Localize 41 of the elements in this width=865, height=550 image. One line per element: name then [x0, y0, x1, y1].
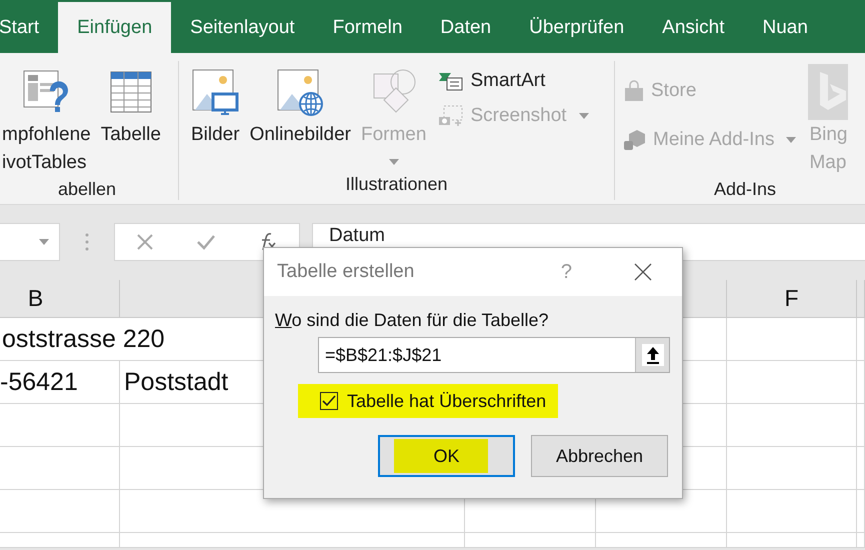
- column-header[interactable]: F: [727, 280, 857, 318]
- ribbon-button[interactable]: Onlinebilder: [248, 61, 353, 174]
- table-cell: -56421: [0, 361, 120, 404]
- shopping-bag-icon: [623, 80, 645, 102]
- column-header[interactable]: B: [0, 280, 120, 318]
- ribbon-tab[interactable]: Nuan: [743, 2, 827, 53]
- pivot-table-icon: [22, 69, 70, 115]
- screenshot-icon: [438, 104, 464, 126]
- ribbon-tab[interactable]: Überprüfen: [510, 2, 644, 53]
- ribbon-tab[interactable]: Formeln: [314, 2, 422, 53]
- caret-icon: [578, 112, 589, 118]
- bing-logo-icon: [808, 64, 848, 120]
- ribbon-button[interactable]: SmartArt: [434, 63, 593, 98]
- picture-globe-icon: [276, 68, 324, 116]
- collapse-button[interactable]: [635, 338, 669, 372]
- ribbon-tab[interactable]: Einfügen: [58, 2, 172, 53]
- picture-monitor-icon: [191, 68, 240, 116]
- check-icon[interactable]: [196, 234, 216, 250]
- ribbon-tab[interactable]: Seitenlayout: [171, 2, 314, 53]
- prompt-label: Wo sind die Daten für die Tabelle?: [275, 310, 550, 331]
- ribbon-button[interactable]: Tabelle: [98, 61, 163, 179]
- ribbon-button[interactable]: mpfohlene ivotTables: [0, 61, 93, 179]
- dialog-title: Tabelle erstellen: [277, 261, 416, 283]
- ribbon-tab[interactable]: Ansicht: [643, 2, 744, 53]
- ribbon-tab[interactable]: Daten: [421, 2, 510, 53]
- group-label: abellen: [56, 179, 118, 200]
- group-label: Illustrationen: [344, 174, 449, 196]
- range-field[interactable]: =$B$21:$J$21: [318, 337, 670, 373]
- checkbox[interactable]: [320, 392, 338, 410]
- caret-icon: [786, 136, 796, 142]
- dialog-button[interactable]: Abbrechen: [531, 435, 668, 477]
- close-icon[interactable]: [634, 263, 652, 281]
- table-icon: [108, 70, 153, 114]
- group-label: Add-Ins: [712, 179, 778, 200]
- caret-icon: [39, 239, 49, 245]
- dialog-button[interactable]: OK: [378, 435, 515, 477]
- ribbon-tab[interactable]: Start: [0, 2, 58, 53]
- grip-icon: [85, 233, 89, 251]
- ribbon-button[interactable]: Bilder: [189, 61, 242, 174]
- cube-icon: [623, 128, 647, 150]
- caret-icon: [388, 159, 399, 165]
